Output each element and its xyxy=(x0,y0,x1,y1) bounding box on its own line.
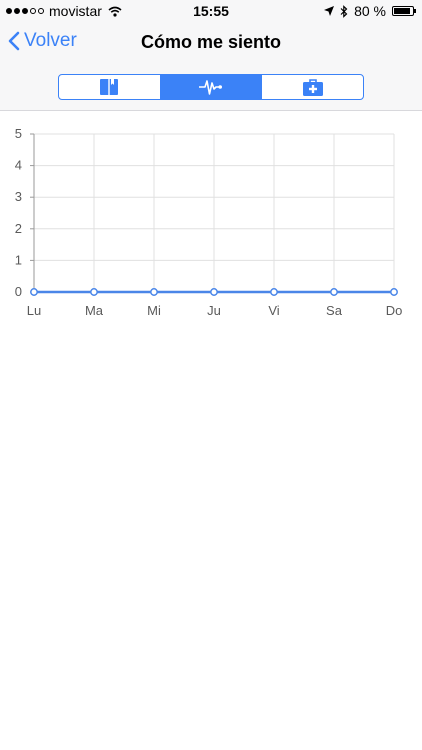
tab-medication[interactable] xyxy=(262,75,363,99)
y-tick-label: 5 xyxy=(15,126,22,141)
y-tick-label: 1 xyxy=(15,252,22,267)
segmented-control xyxy=(58,74,364,100)
feelings-chart: 0 1 2 3 4 5 Lu Ma Mi Ju Vi Sa Do xyxy=(15,126,403,318)
battery-icon xyxy=(392,6,416,16)
battery-percent: 80 % xyxy=(354,3,386,19)
header: movistar 15:55 80 % Volver Cómo me sient… xyxy=(0,0,422,111)
y-tick-label: 2 xyxy=(15,221,22,236)
medical-kit-icon xyxy=(302,78,323,96)
x-tick-label: Lu xyxy=(27,303,41,318)
page-title: Cómo me siento xyxy=(140,32,282,52)
data-point xyxy=(270,288,278,296)
x-tick-label: Do xyxy=(386,303,403,318)
bluetooth-icon xyxy=(340,4,348,18)
y-tick-label: 3 xyxy=(15,189,22,204)
tab-diary[interactable] xyxy=(59,75,161,99)
data-point xyxy=(210,288,218,296)
x-tick-label: Ju xyxy=(207,303,221,318)
y-tick-label: 4 xyxy=(15,158,22,173)
location-arrow-icon xyxy=(324,6,335,16)
data-point xyxy=(30,288,38,296)
book-icon xyxy=(100,79,119,95)
tab-feelings[interactable] xyxy=(160,75,263,99)
x-tick-label: Ma xyxy=(85,303,104,318)
status-bar: movistar 15:55 80 % xyxy=(0,0,422,22)
x-tick-label: Sa xyxy=(326,303,343,318)
y-tick-label: 0 xyxy=(15,284,22,299)
x-tick-label: Vi xyxy=(268,303,279,318)
data-point xyxy=(330,288,338,296)
navigation-bar: Volver Cómo me siento xyxy=(0,22,422,66)
status-right: 80 % xyxy=(324,3,416,19)
data-point xyxy=(150,288,158,296)
data-point xyxy=(90,288,98,296)
x-tick-label: Mi xyxy=(147,303,161,318)
heartbeat-icon xyxy=(199,80,222,95)
data-point xyxy=(390,288,398,296)
